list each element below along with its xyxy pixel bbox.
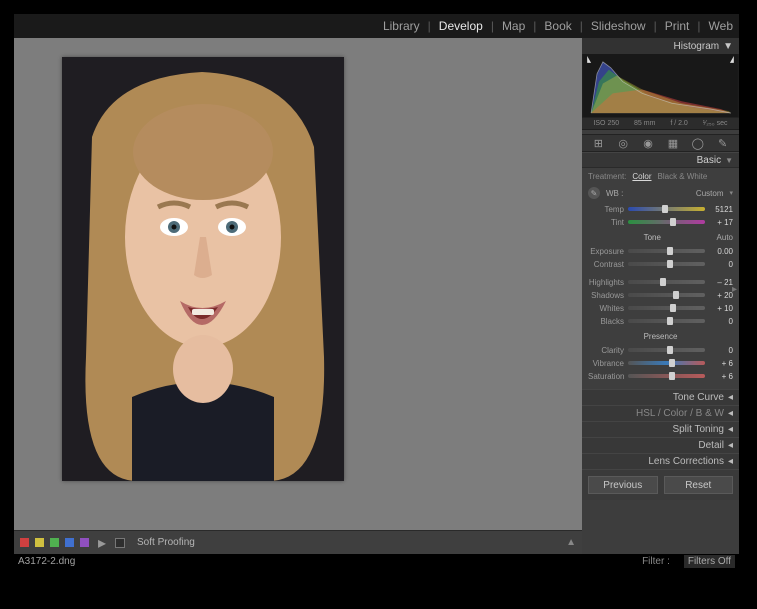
- redeye-tool-icon[interactable]: ◉: [640, 136, 656, 150]
- module-develop[interactable]: Develop: [439, 19, 483, 33]
- saturation-value[interactable]: + 6: [709, 372, 733, 381]
- filter-state[interactable]: Filters Off: [684, 555, 735, 568]
- basic-panel-title[interactable]: Basic: [697, 155, 721, 166]
- hsl-panel[interactable]: HSL / Color / B & W◂: [582, 405, 739, 421]
- label-yellow[interactable]: [35, 538, 44, 547]
- module-web[interactable]: Web: [709, 19, 733, 33]
- vibrance-label: Vibrance: [588, 359, 624, 368]
- clarity-label: Clarity: [588, 346, 624, 355]
- histogram-meta: ISO 250 85 mm f / 2.0 ¹⁄₂₅₀ sec: [582, 118, 739, 130]
- module-map[interactable]: Map: [502, 19, 525, 33]
- auto-button[interactable]: Auto: [717, 233, 733, 242]
- whites-label: Whites: [588, 304, 624, 313]
- photo-preview[interactable]: [62, 57, 344, 481]
- previous-button[interactable]: Previous: [588, 476, 658, 494]
- module-library[interactable]: Library: [383, 19, 420, 33]
- soft-proofing-checkbox[interactable]: [115, 538, 125, 548]
- module-bar: Library| Develop| Map| Book| Slideshow| …: [14, 14, 739, 38]
- right-panel: Histogram ▼ ISO 250 85 mm f / 2.0: [582, 38, 739, 554]
- basic-collapse-icon[interactable]: ▼: [725, 156, 733, 165]
- temp-slider[interactable]: [628, 207, 705, 211]
- presence-heading: Presence: [588, 332, 733, 341]
- contrast-slider[interactable]: [628, 262, 705, 266]
- detail-panel[interactable]: Detail◂: [582, 437, 739, 453]
- highlights-slider[interactable]: [628, 280, 705, 284]
- exposure-value[interactable]: 0.00: [709, 247, 733, 256]
- highlights-value[interactable]: – 21: [709, 278, 733, 287]
- module-slideshow[interactable]: Slideshow: [591, 19, 646, 33]
- filename-label: A3172-2.dng: [18, 556, 75, 567]
- basic-panel: Treatment: Color Black & White ✎ WB : Cu…: [582, 168, 739, 389]
- gradient-tool-icon[interactable]: ▦: [665, 136, 681, 150]
- histogram-title[interactable]: Histogram: [674, 41, 720, 52]
- histogram-graph[interactable]: [582, 54, 739, 118]
- spot-tool-icon[interactable]: ◎: [615, 136, 631, 150]
- wb-preset[interactable]: Custom: [696, 189, 724, 198]
- tint-slider[interactable]: [628, 220, 705, 224]
- label-red[interactable]: [20, 538, 29, 547]
- whites-value[interactable]: + 10: [709, 304, 733, 313]
- wb-dropper-icon[interactable]: ✎: [588, 187, 600, 199]
- soft-proofing-label: Soft Proofing: [137, 537, 195, 548]
- treatment-label: Treatment:: [588, 172, 626, 181]
- exposure-label: Exposure: [588, 247, 624, 256]
- treatment-color[interactable]: Color: [632, 172, 651, 181]
- contrast-value[interactable]: 0: [709, 260, 733, 269]
- reset-button[interactable]: Reset: [664, 476, 734, 494]
- label-purple[interactable]: [80, 538, 89, 547]
- local-tools-row: ⊞ ◎ ◉ ▦ ◯ ✎: [582, 134, 739, 152]
- treatment-bw[interactable]: Black & White: [658, 172, 708, 181]
- histogram-collapse-icon[interactable]: ▼: [723, 41, 733, 52]
- highlights-label: Highlights: [588, 278, 624, 287]
- play-icon[interactable]: ▸: [95, 536, 109, 550]
- toolbar-expand-icon[interactable]: ▲: [566, 537, 576, 548]
- shadows-value[interactable]: + 20: [709, 291, 733, 300]
- blacks-value[interactable]: 0: [709, 317, 733, 326]
- temp-value[interactable]: 5121: [709, 205, 733, 214]
- saturation-label: Saturation: [588, 372, 624, 381]
- radial-tool-icon[interactable]: ◯: [690, 136, 706, 150]
- label-blue[interactable]: [65, 538, 74, 547]
- right-panel-expand-icon[interactable]: ▸: [732, 284, 737, 295]
- exposure-slider[interactable]: [628, 249, 705, 253]
- bottom-toolbar: ▸ Soft Proofing ▲: [14, 530, 582, 554]
- vibrance-slider[interactable]: [628, 361, 705, 365]
- blacks-label: Blacks: [588, 317, 624, 326]
- clarity-slider[interactable]: [628, 348, 705, 352]
- shadows-label: Shadows: [588, 291, 624, 300]
- tint-label: Tint: [588, 218, 624, 227]
- module-print[interactable]: Print: [665, 19, 690, 33]
- shadows-slider[interactable]: [628, 293, 705, 297]
- wb-label: WB :: [606, 189, 623, 198]
- clarity-value[interactable]: 0: [709, 346, 733, 355]
- lens-corrections-panel[interactable]: Lens Corrections◂: [582, 453, 739, 469]
- canvas-area: ▸ Soft Proofing ▲: [14, 38, 582, 554]
- filter-label: Filter :: [642, 556, 670, 567]
- saturation-slider[interactable]: [628, 374, 705, 378]
- module-book[interactable]: Book: [544, 19, 571, 33]
- whites-slider[interactable]: [628, 306, 705, 310]
- wb-dropdown-icon[interactable]: ▾: [729, 189, 733, 197]
- status-bar: A3172-2.dng Filter : Filters Off: [14, 554, 739, 568]
- crop-tool-icon[interactable]: ⊞: [590, 136, 606, 150]
- split-toning-panel[interactable]: Split Toning◂: [582, 421, 739, 437]
- label-green[interactable]: [50, 538, 59, 547]
- tone-heading: Tone: [588, 233, 717, 242]
- tint-value[interactable]: + 17: [709, 218, 733, 227]
- temp-label: Temp: [588, 205, 624, 214]
- vibrance-value[interactable]: + 6: [709, 359, 733, 368]
- blacks-slider[interactable]: [628, 319, 705, 323]
- tone-curve-panel[interactable]: Tone Curve◂: [582, 389, 739, 405]
- brush-tool-icon[interactable]: ✎: [715, 136, 731, 150]
- contrast-label: Contrast: [588, 260, 624, 269]
